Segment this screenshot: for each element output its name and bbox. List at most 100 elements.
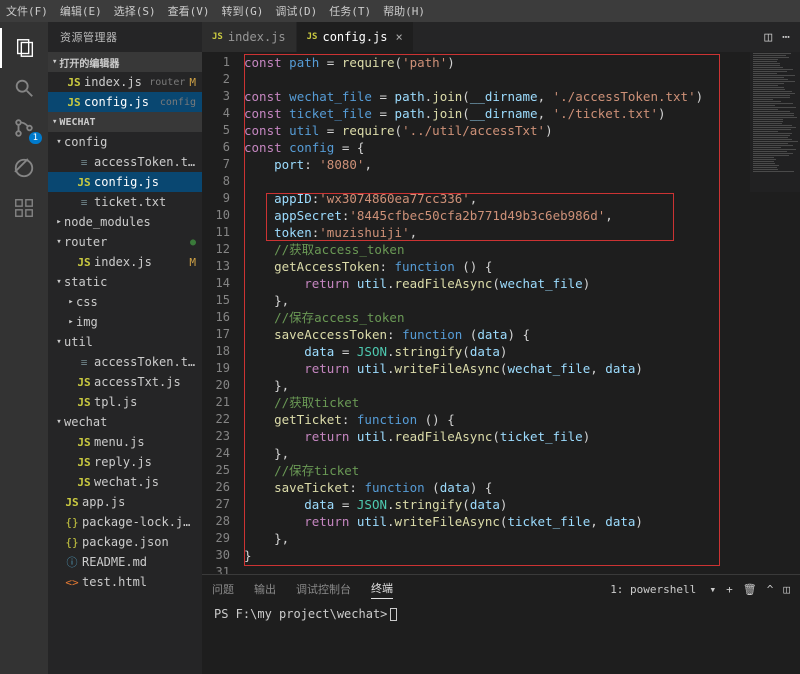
close-icon[interactable]: × xyxy=(396,30,403,44)
file-item[interactable]: {}package-lock.json xyxy=(48,512,202,532)
code-content[interactable]: const path = require('path') const wecha… xyxy=(244,52,800,574)
extensions-icon[interactable] xyxy=(0,188,48,228)
json-icon: {} xyxy=(64,516,80,529)
js-icon: JS xyxy=(307,32,318,42)
chevron-icon: ▾ xyxy=(54,337,64,347)
md-icon: ⓘ xyxy=(64,554,80,570)
menu-item[interactable]: 查看(V) xyxy=(168,3,210,19)
editor-group: JSindex.jsJSconfig.js× ◫ ⋯ 123456789101112… xyxy=(202,22,800,674)
more-icon[interactable]: ⋯ xyxy=(782,30,790,45)
chevron-icon: ▾ xyxy=(54,277,64,287)
menu-item[interactable]: 任务(T) xyxy=(329,3,371,19)
minimap[interactable] xyxy=(750,52,800,192)
open-editors-header[interactable]: ▾打开的编辑器 xyxy=(48,52,202,72)
editor-tab[interactable]: JSindex.js xyxy=(202,22,297,52)
js-icon: JS xyxy=(76,396,92,409)
folder-item[interactable]: ▾util xyxy=(48,332,202,352)
folder-item[interactable]: ▾wechat xyxy=(48,412,202,432)
explorer-icon[interactable] xyxy=(0,28,48,68)
panel-tab[interactable]: 输出 xyxy=(254,581,276,597)
terminal-selector[interactable]: 1: powershell ▾ xyxy=(610,583,716,596)
js-icon: JS xyxy=(66,76,82,89)
file-tree: ▾config≡accessToken.txtJSconfig.js≡ticke… xyxy=(48,132,202,592)
js-icon: JS xyxy=(76,456,92,469)
panel-tab[interactable]: 调试控制台 xyxy=(296,581,351,597)
file-item[interactable]: JSwechat.js xyxy=(48,472,202,492)
menu-item[interactable]: 帮助(H) xyxy=(383,3,425,19)
folder-item[interactable]: ▸img xyxy=(48,312,202,332)
js-icon: JS xyxy=(76,476,92,489)
split-icon[interactable]: ◫ xyxy=(764,30,772,45)
new-terminal-icon[interactable]: + xyxy=(726,583,733,596)
js-icon: JS xyxy=(64,496,80,509)
sidebar: 资源管理器 ▾打开的编辑器 JSindex.jsrouterMJSconfig.… xyxy=(48,22,202,674)
chevron-icon: ▸ xyxy=(66,317,76,327)
open-editors-list: JSindex.jsrouterMJSconfig.jsconfig xyxy=(48,72,202,112)
panel-tab[interactable]: 问题 xyxy=(212,581,234,597)
chevron-icon: ▾ xyxy=(54,237,64,247)
html-icon: <> xyxy=(64,576,80,589)
project-header[interactable]: ▾WECHAT xyxy=(48,112,202,132)
panel-tab[interactable]: 终端 xyxy=(371,580,393,599)
file-item[interactable]: JSapp.js xyxy=(48,492,202,512)
file-item[interactable]: JSindex.jsM xyxy=(48,252,202,272)
json-icon: {} xyxy=(64,536,80,549)
split-panel-icon[interactable]: ◫ xyxy=(783,583,790,596)
open-editor-item[interactable]: JSconfig.jsconfig xyxy=(48,92,202,112)
js-icon: JS xyxy=(76,256,92,269)
bottom-panel: 问题 输出 调试控制台 终端 1: powershell ▾ + 🗑 ^ ◫ PS F:\my … xyxy=(202,574,800,674)
file-item[interactable]: JSreply.js xyxy=(48,452,202,472)
tabs-bar: JSindex.jsJSconfig.js× ◫ ⋯ xyxy=(202,22,800,52)
search-icon[interactable] xyxy=(0,68,48,108)
file-item[interactable]: JSmenu.js xyxy=(48,432,202,452)
file-item[interactable]: ≡accessToken.txt xyxy=(48,152,202,172)
js-icon: JS xyxy=(66,96,82,109)
editor-tab[interactable]: JSconfig.js× xyxy=(297,22,414,52)
chevron-icon: ▾ xyxy=(54,137,64,147)
panel-tabs: 问题 输出 调试控制台 终端 1: powershell ▾ + 🗑 ^ ◫ xyxy=(202,575,800,603)
scm-icon[interactable]: 1 xyxy=(0,108,48,148)
file-item[interactable]: ≡ticket.txt xyxy=(48,192,202,212)
file-item[interactable]: <>test.html xyxy=(48,572,202,592)
txt-icon: ≡ xyxy=(76,196,92,209)
folder-item[interactable]: ▸node_modules xyxy=(48,212,202,232)
menu-item[interactable]: 转到(G) xyxy=(222,3,264,19)
txt-icon: ≡ xyxy=(76,156,92,169)
folder-item[interactable]: ▸css xyxy=(48,292,202,312)
sidebar-title: 资源管理器 xyxy=(48,22,202,52)
chevron-icon: ▾ xyxy=(54,417,64,427)
main-layout: 1 资源管理器 ▾打开的编辑器 JSindex.jsrouterMJSconfi… xyxy=(0,22,800,674)
file-item[interactable]: ≡accessToken.txt xyxy=(48,352,202,372)
js-icon: JS xyxy=(76,436,92,449)
line-gutter: 1234567891011121314151617181920212223242… xyxy=(202,52,244,574)
file-item[interactable]: {}package.json xyxy=(48,532,202,552)
menu-item[interactable]: 编辑(E) xyxy=(60,3,102,19)
cursor-icon xyxy=(390,608,397,621)
terminal[interactable]: PS F:\my project\wechat> xyxy=(202,603,800,674)
file-item[interactable]: ⓘREADME.md xyxy=(48,552,202,572)
menu-item[interactable]: 选择(S) xyxy=(114,3,156,19)
menubar: 文件(F) 编辑(E) 选择(S) 查看(V) 转到(G) 调试(D) 任务(T) 帮助(H) xyxy=(0,0,800,22)
menu-item[interactable]: 文件(F) xyxy=(6,3,48,19)
js-icon: JS xyxy=(76,176,92,189)
chevron-icon: ▸ xyxy=(66,297,76,307)
menu-item[interactable]: 调试(D) xyxy=(275,3,317,19)
dirty-dot-icon: ● xyxy=(190,237,196,248)
js-icon: JS xyxy=(212,32,223,42)
open-editor-item[interactable]: JSindex.jsrouterM xyxy=(48,72,202,92)
maximize-panel-icon[interactable]: ^ xyxy=(767,583,774,596)
folder-item[interactable]: ▾config xyxy=(48,132,202,152)
file-item[interactable]: JStpl.js xyxy=(48,392,202,412)
terminal-prompt: PS F:\my project\wechat> xyxy=(214,607,387,621)
activity-bar: 1 xyxy=(0,22,48,674)
folder-item[interactable]: ▾static xyxy=(48,272,202,292)
file-item[interactable]: JSconfig.js xyxy=(48,172,202,192)
js-icon: JS xyxy=(76,376,92,389)
txt-icon: ≡ xyxy=(76,356,92,369)
file-item[interactable]: JSaccessTxt.js xyxy=(48,372,202,392)
chevron-icon: ▸ xyxy=(54,217,64,227)
folder-item[interactable]: ▾router● xyxy=(48,232,202,252)
kill-terminal-icon[interactable]: 🗑 xyxy=(743,583,757,596)
debug-icon[interactable] xyxy=(0,148,48,188)
code-area[interactable]: 1234567891011121314151617181920212223242… xyxy=(202,52,800,574)
